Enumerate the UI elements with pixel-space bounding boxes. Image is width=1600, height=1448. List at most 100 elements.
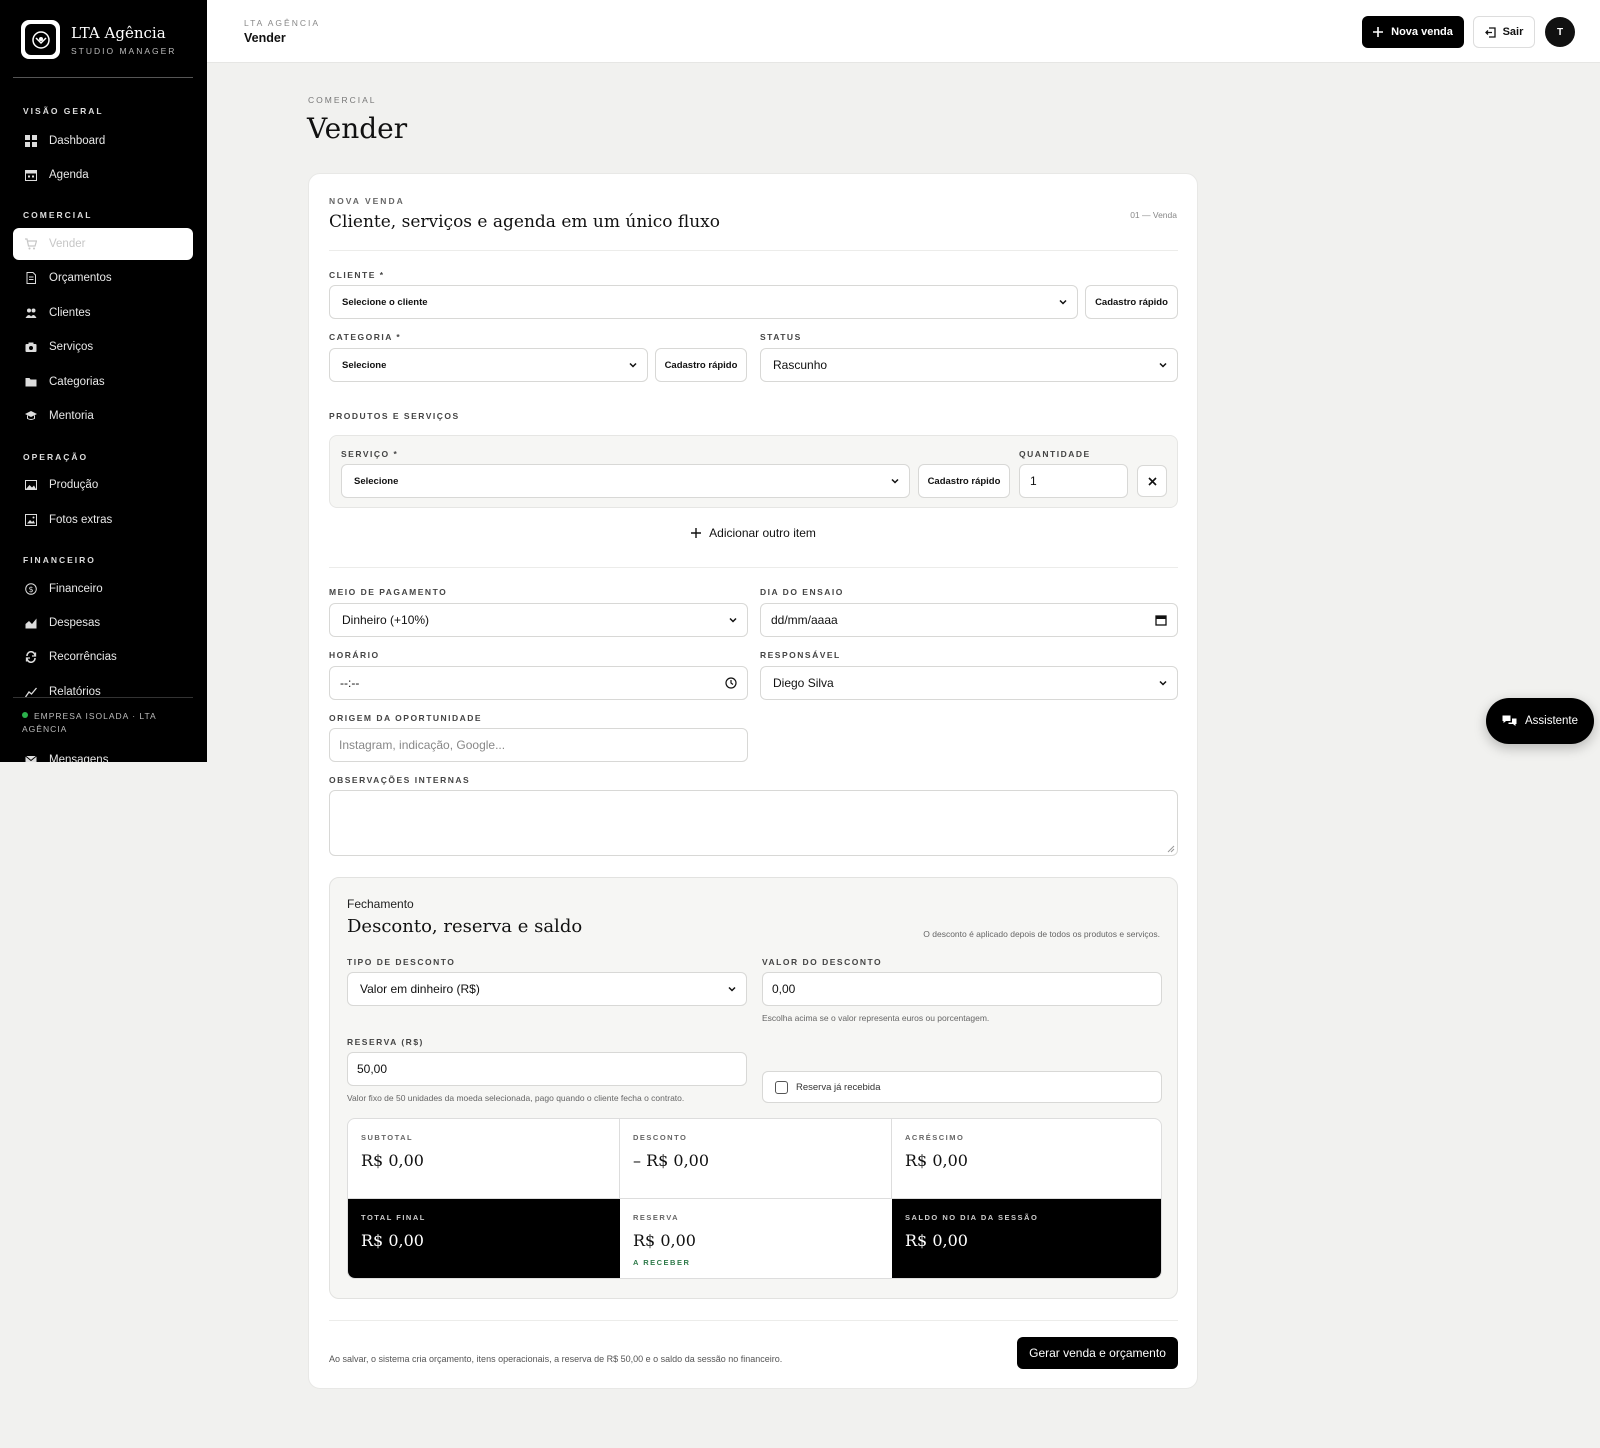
avatar[interactable]: T [1545,17,1575,47]
valor-desconto-hint: Escolha acima se o valor representa euro… [762,1013,990,1023]
sidebar-item-clientes[interactable]: Clientes [13,297,193,329]
topbar: LTA AGÊNCIA Vender Nova venda Sair T [207,0,1600,63]
image-icon [25,479,37,491]
cliente-quick-add-button[interactable]: Cadastro rápido [1085,285,1178,319]
brand[interactable]: LTA Agência STUDIO MANAGER [21,20,176,59]
cliente-label: CLIENTE * [329,270,385,280]
status-dot-icon [22,712,28,718]
sidebar-item-vender[interactable]: Vender [13,228,193,260]
categoria-label: CATEGORIA * [329,332,402,342]
sidebar-item-label: Clientes [49,307,91,319]
calendar-icon[interactable] [1155,614,1167,626]
divider [13,77,193,78]
sidebar-item-servicos[interactable]: Serviços [13,331,193,363]
sidebar-item-mentoria[interactable]: Mentoria [13,400,193,432]
sidebar-item-orcamentos[interactable]: Orçamentos [13,262,193,294]
valor-desconto-input[interactable]: 0,00 [762,972,1162,1006]
observacoes-textarea[interactable] [329,790,1178,856]
summary-value: R$ 0,00 [905,1231,968,1250]
sidebar-item-label: Despesas [49,617,101,629]
sidebar-item-despesas[interactable]: Despesas [13,607,193,639]
summary-saldo: SALDO NO DIA DA SESSÃO R$ 0,00 [892,1199,1161,1278]
new-sale-label: Nova venda [1391,26,1453,38]
dia-date-input[interactable]: dd/mm/aaaa [760,603,1178,637]
valor-desconto-label: VALOR DO DESCONTO [762,957,883,967]
graduation-cap-icon [25,410,37,422]
add-item-button[interactable]: Adicionar outro item [329,524,1178,542]
summary-sub: A RECEBER [633,1258,691,1267]
clock-icon[interactable] [725,677,737,689]
sidebar-item-fotos-extras[interactable]: Fotos extras [13,504,193,536]
sidebar-item-label: Categorias [49,376,105,388]
chevron-down-icon [1059,299,1067,305]
closing-section: Fechamento Desconto, reserva e saldo O d… [329,877,1178,1299]
checkbox-icon[interactable] [775,1080,788,1094]
exit-button[interactable]: Sair [1473,16,1535,48]
chevron-down-icon [1159,362,1167,368]
document-icon [25,272,37,284]
sidebar-item-dashboard[interactable]: Dashboard [13,125,193,157]
gallery-icon [25,514,37,526]
sidebar-item-mensagens[interactable]: Mensagens [13,744,193,762]
plus-icon [691,528,702,538]
categoria-quick-add-button[interactable]: Cadastro rápido [655,348,747,382]
pagamento-select[interactable]: Dinheiro (+10%) [329,603,748,637]
origem-input[interactable]: Instagram, indicação, Google... [329,728,748,762]
divider [329,250,1178,251]
folder-icon [25,376,37,388]
servico-select[interactable]: Selecione [341,464,910,498]
calendar-icon [25,169,37,181]
reserva-recebida-label: Reserva já recebida [796,1081,881,1093]
dia-label: DIA DO ENSAIO [760,587,844,597]
origem-label: ORIGEM DA OPORTUNIDADE [329,713,483,723]
summary-label: SUBTOTAL [361,1133,414,1142]
company-status: EMPRESA ISOLADA · LTA AGÊNCIA [22,710,192,736]
quantidade-input[interactable]: 1 [1019,464,1128,498]
reserva-recebida-checkbox[interactable]: Reserva já recebida [762,1071,1162,1103]
responsavel-select[interactable]: Diego Silva [760,666,1178,700]
categoria-select[interactable]: Selecione [329,348,648,382]
summary-label: RESERVA [633,1213,680,1222]
servico-quick-add-button[interactable]: Cadastro rápido [918,464,1010,498]
reserva-input[interactable]: 50,00 [347,1052,747,1086]
horario-time-value: --:-- [340,676,360,690]
sidebar-item-financeiro[interactable]: $ Financeiro [13,573,193,605]
users-icon [25,307,37,319]
summary-label: TOTAL FINAL [361,1213,426,1222]
dollar-icon: $ [25,583,37,595]
sidebar-item-label: Financeiro [49,583,103,595]
closing-note: O desconto é aplicado depois de todos os… [923,929,1160,939]
sidebar-item-recorrencias[interactable]: Recorrências [13,641,193,673]
remove-item-button[interactable] [1137,465,1167,497]
sidebar-item-label: Recorrências [49,651,117,663]
submit-sale-button[interactable]: Gerar venda e orçamento [1017,1337,1178,1369]
logout-icon [1484,26,1496,38]
form-eyebrow: NOVA VENDA [329,196,405,206]
sidebar-item-relatorios[interactable]: Relatórios [13,676,193,708]
servico-select-value: Selecione [354,475,399,487]
page-eyebrow: COMERCIAL [308,95,377,105]
close-icon [1147,476,1157,486]
sidebar-item-categorias[interactable]: Categorias [13,366,193,398]
horario-time-input[interactable]: --:-- [329,666,748,700]
reserva-label: RESERVA (R$) [347,1037,424,1047]
sidebar-item-label: Fotos extras [49,514,113,526]
resize-handle-icon[interactable] [1167,845,1175,853]
responsavel-select-value: Diego Silva [773,676,834,690]
divider [329,1320,1178,1321]
sidebar-item-agenda[interactable]: Agenda [13,159,193,191]
tipo-desconto-select[interactable]: Valor em dinheiro (R$) [347,972,747,1006]
summary-value: R$ 0,00 [633,1231,696,1250]
products-section-title: PRODUTOS E SERVIÇOS [329,411,460,421]
status-select[interactable]: Rascunho [760,348,1178,382]
summary-acrescimo: ACRÉSCIMO R$ 0,00 [892,1119,1161,1199]
summary-value: R$ 0,00 [361,1151,424,1170]
sidebar-item-producao[interactable]: Produção [13,469,193,501]
sidebar-item-label: Vender [49,238,86,250]
chevron-down-icon [728,986,736,992]
cliente-select[interactable]: Selecione o cliente [329,285,1078,319]
summary-reserva: RESERVA R$ 0,00 A RECEBER [620,1199,892,1278]
new-sale-button[interactable]: Nova venda [1362,16,1464,48]
nav-section-title: OPERAÇÃO [23,452,89,462]
assistant-button[interactable]: Assistente [1486,698,1594,744]
